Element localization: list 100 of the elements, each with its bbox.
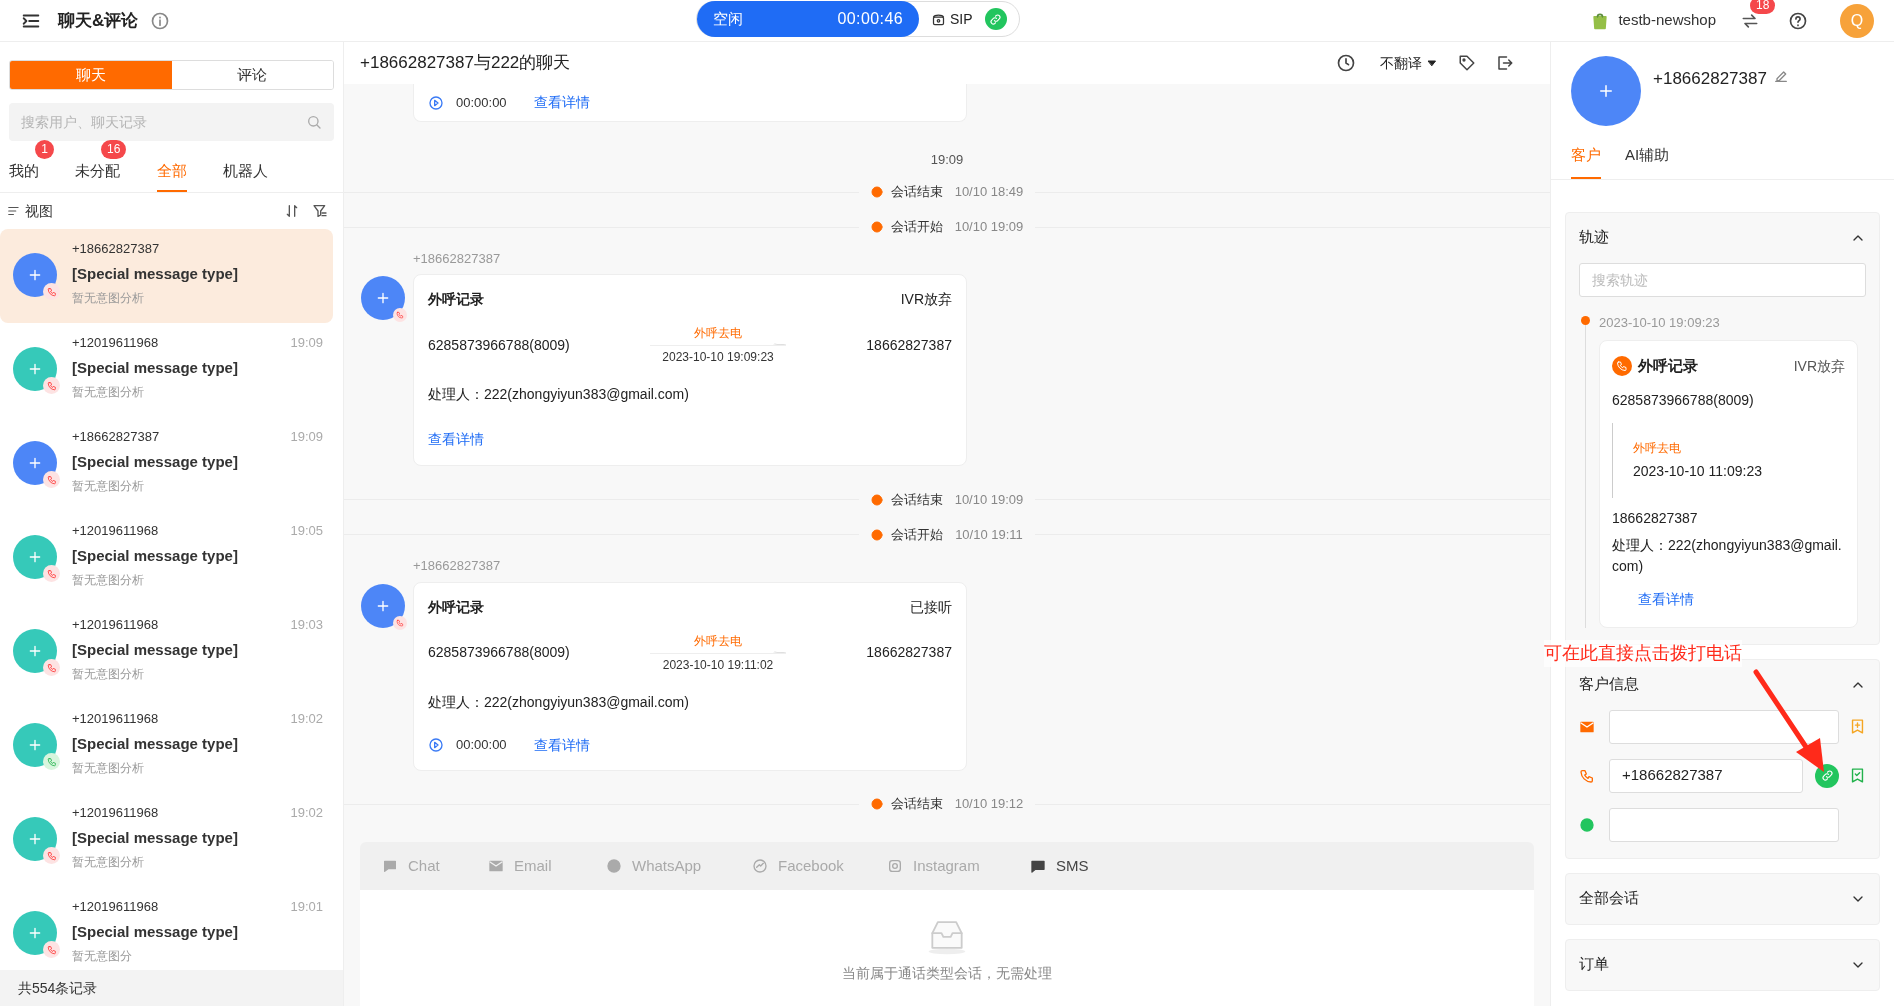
message-time: 19:09 — [290, 334, 323, 352]
timeline-date: 2023-10-10 19:09:23 — [1599, 313, 1721, 332]
exit-icon[interactable] — [1496, 54, 1514, 72]
phone-number: +12019611968 — [72, 804, 159, 822]
search-field[interactable]: 搜索用户、聊天记录 — [9, 103, 334, 141]
handler-text: 处理人：222(zhongyiyun383@gmail.com) — [428, 692, 690, 712]
translate-dropdown[interactable]: 不翻译 — [1380, 52, 1438, 74]
channel-tab[interactable]: SMS — [1030, 854, 1110, 878]
call-status: IVR放弃 — [1793, 356, 1845, 376]
message-time: 19:02 — [290, 710, 323, 728]
call-direction: 外呼去电 — [694, 632, 742, 650]
bookmark-check-icon[interactable] — [1849, 767, 1866, 784]
message-preview: [Special message type] — [72, 733, 239, 754]
section-title: 全部会话 — [1579, 888, 1639, 909]
filter-tab[interactable]: 我的 — [9, 159, 39, 192]
shop-name[interactable]: testb-newshop — [1618, 9, 1716, 32]
callee-number: 18662827387 — [866, 335, 952, 355]
pencil-icon[interactable] — [1772, 68, 1789, 84]
missed-call-icon — [46, 568, 57, 579]
message-preview: [Special message type] — [72, 451, 239, 472]
tag-icon[interactable] — [1458, 54, 1476, 72]
message-preview: [Special message type] — [72, 545, 239, 566]
plus-icon — [375, 290, 391, 306]
details-link[interactable]: 查看详情 — [1638, 590, 1694, 607]
plus-icon — [27, 831, 43, 847]
agent-status[interactable]: 空闲 — [713, 7, 743, 31]
history-icon[interactable] — [1336, 53, 1356, 73]
missed-call-icon — [46, 380, 57, 391]
call-button[interactable] — [1815, 763, 1839, 788]
status-bar-pill[interactable]: 空闲 00:00:46 — [697, 1, 919, 37]
play-icon[interactable] — [428, 737, 444, 753]
plus-icon — [27, 361, 43, 377]
message-preview: [Special message type] — [72, 921, 239, 942]
intent-text: 暂无意图分析 — [72, 666, 145, 683]
recording-duration: 00:00:00 — [456, 736, 507, 755]
plus-icon — [27, 455, 43, 471]
event-label: 会话结束 — [890, 183, 943, 202]
plus-icon — [27, 267, 43, 283]
call-direction: 外呼去电 — [1633, 439, 1682, 457]
plus-icon — [1597, 82, 1615, 100]
call-direction: 外呼去电 — [694, 325, 742, 342]
card-title: 外呼记录 — [1638, 356, 1698, 376]
record-count: 共554条记录 — [18, 978, 98, 998]
event-time: 10/10 19:11 — [955, 525, 1023, 544]
phone-icon — [46, 756, 57, 767]
play-icon[interactable] — [428, 94, 444, 111]
sort-icon[interactable] — [284, 203, 300, 219]
details-link[interactable]: 查看详情 — [428, 431, 484, 447]
view-label[interactable]: 视图 — [25, 200, 53, 222]
input-field[interactable]: +18662827387 — [1609, 758, 1803, 793]
details-link[interactable]: 查看详情 — [533, 734, 590, 756]
envelope-icon — [488, 858, 504, 874]
message-preview: [Special message type] — [72, 639, 239, 660]
handler-text: 处理人：222(zhongyiyun383@gmail.com) — [428, 385, 690, 404]
search-icon — [306, 114, 322, 130]
handler-text: 处理人：222(zhongyiyun383@gmail.com) — [1612, 535, 1843, 576]
phone-number: +18662827387 — [72, 240, 160, 258]
notification-badge: 18 — [1750, 0, 1776, 14]
call-time: 2023-10-10 11:09:23 — [1633, 461, 1763, 481]
event-label: 会话结束 — [890, 795, 943, 814]
caller-number: 6285873966788(8009) — [1612, 390, 1755, 410]
filter-icon[interactable] — [312, 203, 328, 219]
plus-icon — [27, 925, 43, 941]
page-title: 聊天&评论 — [58, 9, 139, 32]
callee-number: 18662827387 — [866, 643, 952, 662]
annotation-text: 可在此直接点击拨打电话 — [1544, 640, 1742, 667]
plus-icon — [27, 737, 43, 753]
message-preview: [Special message type] — [72, 827, 239, 848]
section-title: 客户信息 — [1579, 674, 1639, 695]
call-timer: 00:00:46 — [837, 9, 903, 29]
event-time: 10/10 19:09 — [954, 218, 1024, 237]
message-time: 19:05 — [290, 522, 323, 540]
details-link[interactable]: 查看详情 — [533, 92, 590, 113]
phone-number: +12019611968 — [72, 616, 159, 634]
plus-icon — [27, 643, 43, 659]
telephone-icon — [931, 11, 946, 27]
conversation-item[interactable]: +18662827387 [Special message type] 暂无意图分析 — [0, 229, 333, 323]
missed-call-icon — [396, 618, 404, 627]
search-field[interactable]: 搜索轨迹 — [1579, 262, 1866, 297]
filter-tab[interactable]: 机器人 — [223, 159, 268, 192]
chat-title: +18662827387与222的聊天 — [360, 52, 571, 75]
event-label: 会话开始 — [890, 218, 943, 237]
sender-number: +18662827387 — [413, 557, 502, 575]
input-field[interactable] — [1609, 709, 1839, 744]
filter-tab[interactable]: 未分配 — [75, 159, 120, 192]
input-field[interactable] — [1609, 807, 1839, 842]
missed-call-icon — [46, 474, 57, 485]
help-icon[interactable] — [1788, 10, 1808, 31]
phone-icon — [1579, 767, 1595, 784]
intent-text: 暂无意图分析 — [72, 854, 145, 871]
list-icon — [7, 204, 21, 218]
message-time: 19:02 — [290, 804, 323, 822]
link-icon — [989, 12, 1003, 26]
tab[interactable]: AI辅助 — [1625, 144, 1670, 179]
message-preview: [Special message type] — [72, 263, 239, 284]
intent-text: 暂无意图分析 — [72, 478, 145, 495]
phone-number: +18662827387 — [72, 428, 160, 446]
call-time: 2023-10-10 19:09:23 — [662, 349, 774, 366]
call-status: IVR放弃 — [900, 290, 952, 309]
card-title: 外呼记录 — [428, 290, 484, 309]
